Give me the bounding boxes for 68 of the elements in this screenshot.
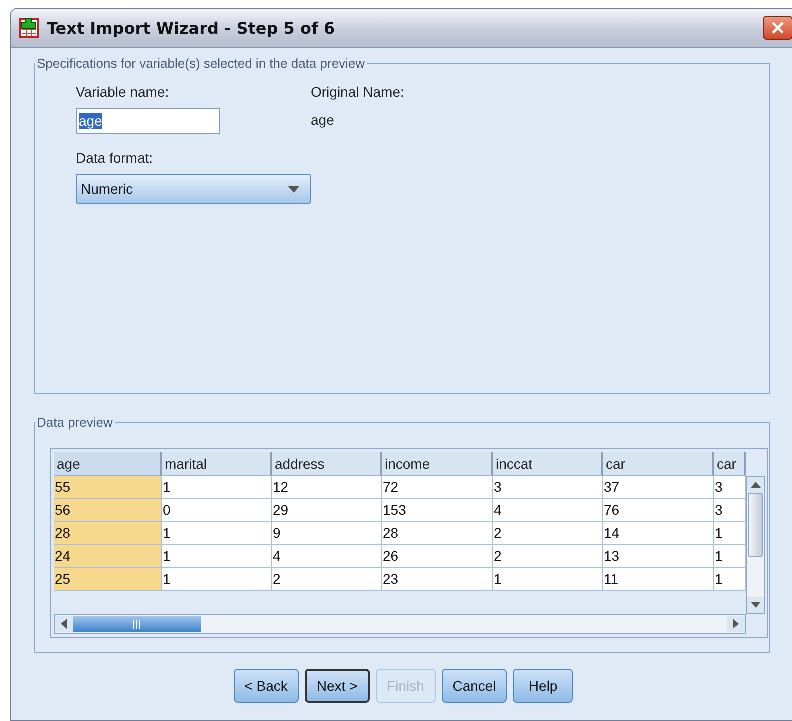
- table-cell: 56: [54, 499, 162, 522]
- table-cell: 14: [603, 522, 714, 545]
- table-cell: 4: [493, 499, 603, 522]
- table-cell: 24: [54, 545, 162, 568]
- table-cell: 0: [162, 499, 272, 522]
- table-cell: 2: [272, 568, 382, 591]
- grip-icon: [132, 620, 142, 628]
- table-cell: 13: [603, 545, 714, 568]
- column-header[interactable]: car: [603, 452, 714, 476]
- horizontal-scrollbar[interactable]: [54, 614, 746, 634]
- column-header[interactable]: inccat: [493, 452, 603, 476]
- data-format-dropdown[interactable]: Numeric: [76, 174, 311, 204]
- wizard-button[interactable]: < Back: [234, 669, 299, 703]
- table-cell: 3: [714, 476, 746, 499]
- scrollbar-thumb[interactable]: [73, 616, 201, 632]
- field-label: Variable name:: [76, 83, 170, 102]
- scrollbar-thumb[interactable]: [748, 493, 763, 557]
- column-header[interactable]: income: [382, 452, 493, 476]
- wizard-button[interactable]: Next >: [304, 669, 370, 703]
- window-title: Text Import Wizard - Step 5 of 6: [47, 18, 336, 38]
- table-cell: 11: [603, 568, 714, 591]
- close-icon: [771, 21, 785, 35]
- variable-name-field[interactable]: age: [76, 108, 220, 134]
- table-cell: 1: [714, 568, 746, 591]
- group-title: Data preview: [36, 415, 114, 430]
- right-arrow-icon: [733, 619, 739, 629]
- wizard-button[interactable]: Help: [513, 669, 574, 703]
- up-arrow-icon: [750, 482, 760, 488]
- table-cell: 1: [162, 568, 272, 591]
- original-name-value: age: [311, 111, 336, 130]
- table-cell: 72: [382, 476, 493, 499]
- table-cell: 1: [162, 476, 272, 499]
- column-header[interactable]: marital: [162, 452, 272, 476]
- close-button[interactable]: [763, 16, 792, 40]
- group-title: Specifications for variable(s) selected in the data preview: [36, 56, 366, 71]
- table-cell: 29: [272, 499, 382, 522]
- table-cell: 1: [162, 545, 272, 568]
- table-cell: 2: [493, 545, 603, 568]
- table-cell: 1: [162, 522, 272, 545]
- table-cell: 4: [272, 545, 382, 568]
- column-header[interactable]: address: [272, 452, 382, 476]
- table-cell: 28: [382, 522, 493, 545]
- table-cell: 1: [493, 568, 603, 591]
- column-header[interactable]: age: [54, 452, 162, 476]
- table-cell: 12: [272, 476, 382, 499]
- down-arrow-icon: [750, 602, 760, 608]
- table-cell: 76: [603, 499, 714, 522]
- table-cell: 3: [493, 476, 603, 499]
- table-cell: 55: [54, 476, 162, 499]
- table-cell: 9: [272, 522, 382, 545]
- table-cell: 28: [54, 522, 162, 545]
- wizard-button[interactable]: Cancel: [442, 669, 508, 703]
- table-cell: 1: [714, 545, 746, 568]
- caret-icon: [288, 186, 300, 192]
- table-cell: 37: [603, 476, 714, 499]
- field-label: Data format:: [76, 149, 154, 168]
- table-cell: 23: [382, 568, 493, 591]
- table-cell: 2: [493, 522, 603, 545]
- field-label: Original Name:: [311, 83, 406, 102]
- vertical-scrollbar[interactable]: [746, 476, 765, 614]
- column-header[interactable]: car: [714, 452, 746, 476]
- table-cell: 25: [54, 568, 162, 591]
- table-cell: 1: [714, 522, 746, 545]
- app-icon: [19, 18, 39, 38]
- table-cell: 26: [382, 545, 493, 568]
- left-arrow-icon: [61, 619, 67, 629]
- table-cell: 3: [714, 499, 746, 522]
- table-cell: 153: [382, 499, 493, 522]
